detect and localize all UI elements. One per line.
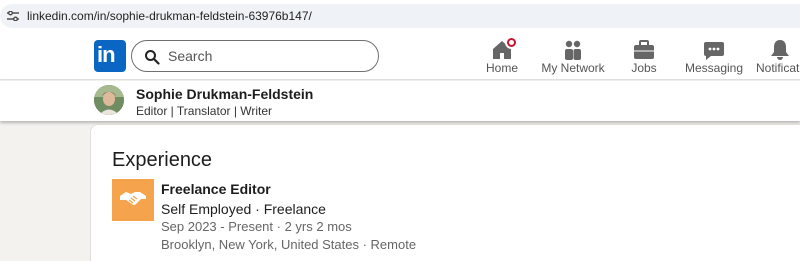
search-icon <box>145 50 160 65</box>
nav-label-notifications: Notifications <box>756 61 800 75</box>
section-title: Experience <box>112 149 213 171</box>
job-title[interactable]: Freelance Editor <box>161 181 271 197</box>
browser-address-bar: linkedin.com/in/sophie-drukman-feldstein… <box>0 0 800 32</box>
linkedin-logo[interactable]: in <box>94 40 126 72</box>
nav-label-home: Home <box>485 61 518 75</box>
job-dates: Sep 2023 - Present · 2 yrs 2 mos <box>161 219 352 234</box>
url-field[interactable]: linkedin.com/in/sophie-drukman-feldstein… <box>0 4 800 28</box>
nav-label-jobs: Jobs <box>631 61 657 75</box>
sticky-profile-bar: Sophie Drukman-Feldstein Editor | Transl… <box>0 81 800 121</box>
nav-notifications[interactable]: Notifications <box>754 32 800 80</box>
nav-my-network[interactable]: My Network <box>540 32 606 80</box>
nav-label-my-network: My Network <box>541 61 605 75</box>
logo-text: in <box>97 42 116 67</box>
search-input[interactable] <box>168 46 368 66</box>
company-logo[interactable] <box>112 179 154 221</box>
chat-icon <box>704 42 724 60</box>
avatar-photo <box>94 85 124 115</box>
handshake-icon <box>120 192 146 205</box>
employment-type: Self Employed · Freelance <box>161 201 326 217</box>
people-icon <box>565 40 581 60</box>
nav-home[interactable]: Home <box>480 32 524 80</box>
bell-icon <box>771 40 789 60</box>
url-text: linkedin.com/in/sophie-drukman-feldstein… <box>27 9 312 23</box>
search-box[interactable] <box>131 40 379 72</box>
profile-headline: Editor | Translator | Writer <box>136 104 273 118</box>
global-nav: in Home My Network Jobs <box>0 32 800 80</box>
experience-card: Experience Freelance Editor Self Employe… <box>90 124 800 261</box>
job-location: Brooklyn, New York, United States · Remo… <box>161 237 417 252</box>
briefcase-icon <box>634 40 654 59</box>
site-settings-icon[interactable] <box>7 11 19 21</box>
nav-messaging[interactable]: Messaging <box>684 32 744 80</box>
nav-jobs[interactable]: Jobs <box>622 32 666 80</box>
avatar[interactable] <box>94 85 124 115</box>
notification-badge <box>505 36 518 49</box>
nav-label-messaging: Messaging <box>684 61 744 75</box>
profile-name: Sophie Drukman-Feldstein <box>136 86 314 102</box>
